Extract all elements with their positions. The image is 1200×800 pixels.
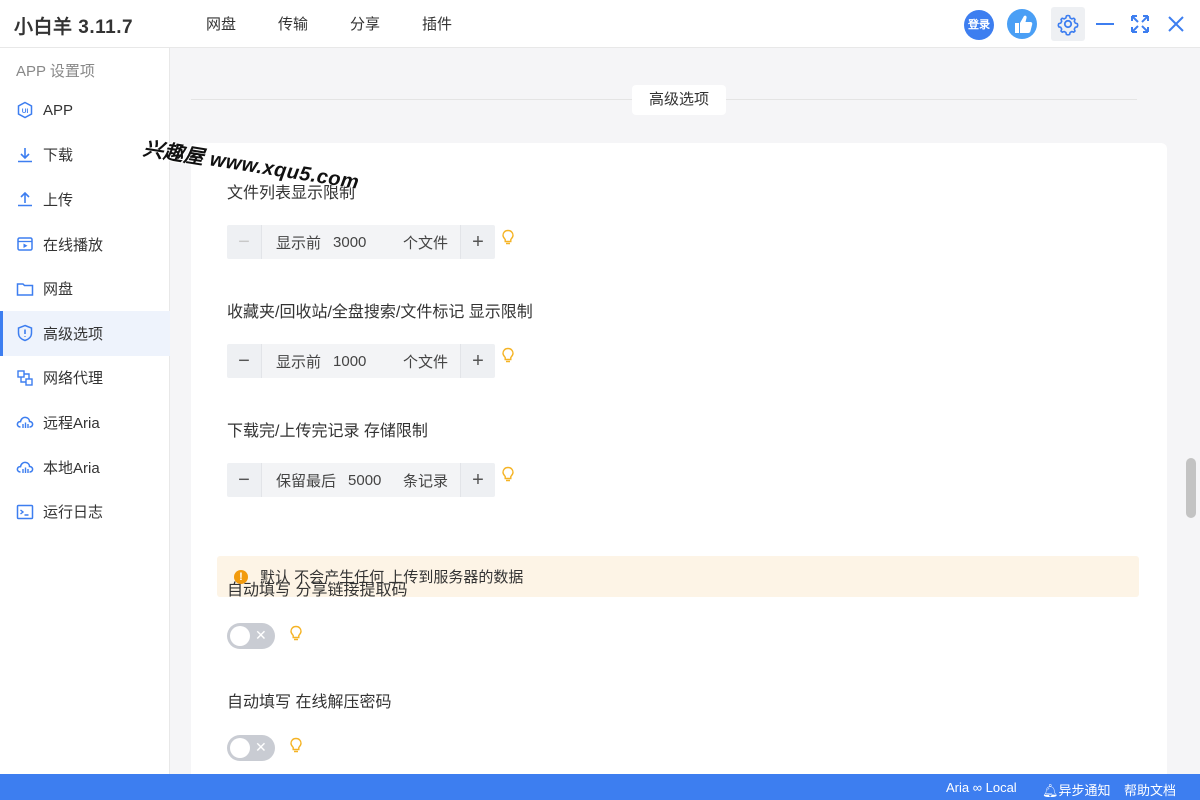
minimize-icon xyxy=(1096,23,1114,25)
auto-fill-share-code-toggle[interactable]: ✕ xyxy=(227,623,275,649)
stepper-value: 1000 xyxy=(333,352,367,370)
stepper-prefix: 显示前 xyxy=(276,234,322,252)
shield-icon xyxy=(17,324,33,342)
stepper-suffix: 个文件 xyxy=(403,353,449,371)
sidebar-item-label: 高级选项 xyxy=(43,325,104,343)
login-button[interactable]: 登录 xyxy=(964,10,994,40)
toggle-off-icon: ✕ xyxy=(255,739,267,755)
file-list-limit-stepper: − 显示前 3000 个文件 + xyxy=(227,225,495,259)
sidebar-item-label: 上传 xyxy=(43,191,74,209)
upload-icon xyxy=(18,192,32,207)
stepper-value: 5000 xyxy=(348,471,382,489)
auto-fill-unzip-password-toggle[interactable]: ✕ xyxy=(227,735,275,761)
decrement-button[interactable]: − xyxy=(227,225,261,259)
cloud-icon xyxy=(16,417,34,429)
stepper-prefix: 保留最后 xyxy=(276,472,337,490)
stepper-value-field[interactable]: 显示前 3000 个文件 xyxy=(261,225,461,259)
sidebar-item-disk[interactable]: 网盘 xyxy=(0,266,170,311)
app-ui-icon: UI xyxy=(17,101,33,119)
status-bar: Aria ∞ Local 🔔︎异步通知 帮助文档 xyxy=(0,774,1200,800)
lightbulb-icon[interactable] xyxy=(500,229,516,247)
video-icon xyxy=(17,237,33,251)
download-icon xyxy=(18,147,32,163)
section-title: 高级选项 xyxy=(632,85,726,115)
sidebar-item-label: 远程Aria xyxy=(43,414,100,432)
aria-status[interactable]: Aria ∞ Local xyxy=(946,780,1017,795)
setting-label: 自动填写 在线解压密码 xyxy=(227,694,392,711)
sidebar-item-label: 网盘 xyxy=(43,281,74,299)
sidebar-item-online-play[interactable]: 在线播放 xyxy=(0,222,170,267)
bell-icon: 🔔︎ xyxy=(1042,783,1059,798)
main-nav: 网盘 传输 分享 插件 xyxy=(206,0,494,48)
decrement-button[interactable]: − xyxy=(227,463,261,497)
svg-text:UI: UI xyxy=(22,108,29,115)
toggle-off-icon: ✕ xyxy=(255,627,267,643)
lightbulb-icon[interactable] xyxy=(288,625,304,643)
minimize-button[interactable] xyxy=(1093,12,1117,36)
scrollbar-thumb[interactable] xyxy=(1186,458,1196,518)
decrement-button[interactable]: − xyxy=(227,344,261,378)
help-docs-link[interactable]: 帮助文档 xyxy=(1124,780,1176,799)
increment-button[interactable]: + xyxy=(461,225,495,259)
stepper-suffix: 个文件 xyxy=(403,234,449,252)
record-limit-stepper: − 保留最后 5000 条记录 + xyxy=(227,463,495,497)
setting-label: 下载完/上传完记录 存储限制 xyxy=(227,423,428,440)
settings-content: 高级选项 文件列表显示限制 − 显示前 3000 个文件 + 收藏夹/回收站/全… xyxy=(171,48,1200,774)
nav-item-share[interactable]: 分享 xyxy=(350,0,380,48)
notify-label: 异步通知 xyxy=(1058,783,1111,798)
stepper-value: 3000 xyxy=(333,233,367,251)
thumbs-up-icon xyxy=(1015,15,1033,33)
sidebar-item-label: 运行日志 xyxy=(43,504,104,522)
sidebar-item-app[interactable]: UI APP xyxy=(0,88,170,133)
cloud-icon xyxy=(16,461,34,474)
lightbulb-icon[interactable] xyxy=(500,347,516,365)
async-notify-button[interactable]: 🔔︎异步通知 xyxy=(1042,780,1111,799)
stepper-prefix: 显示前 xyxy=(276,353,322,371)
close-button[interactable] xyxy=(1164,12,1188,36)
settings-card: 文件列表显示限制 − 显示前 3000 个文件 + 收藏夹/回收站/全盘搜索/文… xyxy=(191,143,1167,774)
title-bar: 小白羊 3.11.7 网盘 传输 分享 插件 登录 xyxy=(0,0,1200,48)
toggle-knob xyxy=(230,626,250,646)
settings-button[interactable] xyxy=(1051,7,1085,41)
sidebar-item-logs[interactable]: 运行日志 xyxy=(0,489,170,534)
stepper-value-field[interactable]: 显示前 1000 个文件 xyxy=(261,344,461,378)
sidebar-item-upload[interactable]: 上传 xyxy=(0,177,170,222)
sidebar-item-proxy[interactable]: 网络代理 xyxy=(0,356,170,401)
stepper-suffix: 条记录 xyxy=(403,472,449,490)
maximize-button[interactable] xyxy=(1128,12,1152,36)
nav-item-transfer[interactable]: 传输 xyxy=(278,0,308,48)
sidebar-heading: APP 设置项 xyxy=(16,63,95,80)
favorites-limit-stepper: − 显示前 1000 个文件 + xyxy=(227,344,495,378)
sidebar-item-label: 下载 xyxy=(43,147,74,165)
increment-button[interactable]: + xyxy=(461,463,495,497)
lightbulb-icon[interactable] xyxy=(288,737,304,755)
toggle-knob xyxy=(230,738,250,758)
lightbulb-icon[interactable] xyxy=(500,466,516,484)
thumbs-up-button[interactable] xyxy=(1007,9,1037,39)
fullscreen-icon xyxy=(1131,15,1149,33)
setting-label: 自动填写 分享链接提取码 xyxy=(227,582,408,599)
sidebar-item-local-aria[interactable]: 本地Aria xyxy=(0,445,170,490)
sidebar-item-advanced[interactable]: 高级选项 xyxy=(0,310,170,356)
setting-label: 收藏夹/回收站/全盘搜索/文件标记 显示限制 xyxy=(227,304,533,321)
terminal-icon xyxy=(16,504,34,519)
gear-icon xyxy=(1057,14,1079,36)
nav-item-plugins[interactable]: 插件 xyxy=(422,0,452,48)
folder-icon xyxy=(16,282,34,296)
network-icon xyxy=(17,370,33,386)
sidebar-item-label: 网络代理 xyxy=(43,370,104,388)
stepper-value-field[interactable]: 保留最后 5000 条记录 xyxy=(261,463,461,497)
nav-item-disk[interactable]: 网盘 xyxy=(206,0,236,48)
sidebar-item-label: APP xyxy=(43,101,74,119)
app-title: 小白羊 3.11.7 xyxy=(14,17,134,38)
sidebar-item-label: 本地Aria xyxy=(43,459,100,477)
increment-button[interactable]: + xyxy=(461,344,495,378)
sidebar-item-remote-aria[interactable]: 远程Aria xyxy=(0,400,170,445)
close-icon xyxy=(1168,16,1184,32)
sidebar-item-label: 在线播放 xyxy=(43,236,104,254)
